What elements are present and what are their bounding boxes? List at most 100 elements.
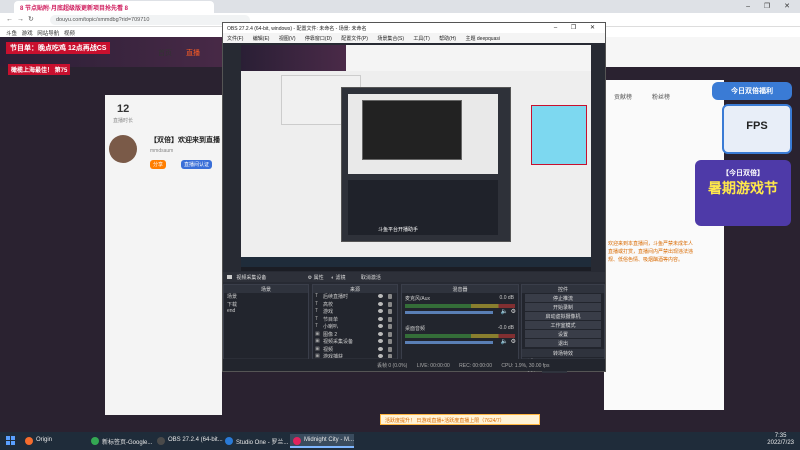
virtual-camera-button[interactable]: 启动虚拟摄像机	[525, 312, 601, 320]
visibility-eye-icon[interactable]	[378, 309, 383, 313]
browser-tab[interactable]: 8 节点贴附·月底超级版更新项目抢先看 8	[14, 1, 214, 13]
lock-icon[interactable]	[388, 324, 392, 329]
taskbar-app-label: Midnight City - M...	[304, 437, 355, 443]
window-controls[interactable]: ‒ ❐ ✕	[746, 2, 796, 10]
source-item[interactable]: ▣ 视频	[313, 346, 397, 354]
settings-button[interactable]: 设置	[525, 330, 601, 338]
visibility-eye-icon[interactable]	[378, 324, 383, 328]
verify-badge[interactable]: 直播间认证	[181, 160, 213, 169]
lock-icon[interactable]	[388, 294, 392, 299]
avatar[interactable]	[109, 135, 137, 163]
source-item[interactable]: T 小喇叭	[313, 323, 397, 331]
audio-mixer-dock: 混音器 麦克风/Aux 0.0 dB 🔈 ⚙ 桌面音频 -0.0 dB 🔈 ⚙	[401, 284, 519, 369]
nav-home[interactable]: 首页	[158, 48, 172, 58]
taskbar-clock[interactable]: 7:35 2022/7/23	[767, 433, 794, 447]
room-title: 【双倍】欢迎来到直播	[150, 137, 220, 144]
url-field[interactable]: douyu.com/topic/xmmdbg?rid=709710	[50, 15, 250, 25]
scene-item[interactable]: end	[224, 308, 308, 316]
exit-button[interactable]: 退出	[525, 339, 601, 347]
visibility-eye-icon[interactable]	[378, 301, 383, 306]
room-notice: 欢迎来到本直播间，斗鱼严禁未成年人直播或打赏，直播间内严禁出现违法违规、低俗色情…	[608, 241, 694, 263]
image-source-icon: ▣	[315, 330, 320, 337]
volume-slider[interactable]	[405, 311, 493, 314]
windows-taskbar: Origin 新标签页-Google... OBS 27.2.4 (64-bit..…	[0, 432, 800, 450]
source-item-label: 后续直播时	[323, 294, 349, 300]
scenes-dock-title: 场景	[224, 285, 308, 293]
lock-icon[interactable]	[388, 301, 392, 307]
obs-title: OBS 27.2.4 (64-bit, windows) - 配置文件: 未命名…	[227, 26, 367, 32]
stop-streaming-button[interactable]: 停止推流	[525, 294, 601, 302]
status-cpu: CPU: 1.9%, 30.00 fps	[501, 363, 550, 369]
scene-item[interactable]: 场景	[224, 293, 308, 301]
visibility-eye-icon[interactable]	[378, 331, 383, 336]
host-name[interactable]: mmdsaum	[150, 148, 173, 154]
visibility-eye-icon[interactable]	[378, 294, 383, 298]
obs-preview[interactable]: 斗鱼平台开播助手	[241, 45, 591, 271]
source-item-label: 高校	[323, 301, 334, 308]
lock-icon[interactable]	[388, 316, 392, 322]
lock-icon[interactable]	[388, 346, 392, 352]
scene-item[interactable]: 下载	[224, 301, 308, 309]
taskbar-app[interactable]: 新标签页-Google...	[88, 434, 152, 448]
source-item[interactable]: T 后续直播时	[313, 293, 397, 301]
menu-docks[interactable]: 停靠窗口(D)	[305, 36, 332, 42]
text-source-icon: T	[315, 323, 319, 329]
visibility-eye-icon[interactable]	[378, 346, 383, 351]
preview-canvas: 斗鱼平台开播助手	[241, 45, 591, 267]
lock-icon[interactable]	[388, 339, 392, 344]
source-item[interactable]: T 节目单	[313, 316, 397, 324]
image-source-icon: ▣	[315, 338, 320, 344]
nav-live[interactable]: 直播	[186, 48, 200, 58]
filters-button[interactable]: 滤镜	[336, 275, 346, 281]
ad-double-welfare[interactable]: 今日双倍福利	[712, 82, 792, 100]
tab-fans[interactable]: 粉丝榜	[652, 92, 670, 101]
image-source-icon: ▣	[315, 345, 320, 352]
taskbar-app[interactable]: OBS 27.2.4 (64-bit...	[154, 434, 223, 448]
taskbar-app[interactable]: Midnight City - M...	[290, 434, 354, 448]
source-item[interactable]: ▣ 图像 2	[313, 331, 397, 339]
menu-view[interactable]: 视图(V)	[279, 36, 296, 42]
menu-file[interactable]: 文件(F)	[227, 36, 243, 42]
text-source-icon: T	[315, 308, 319, 314]
taskbar-app[interactable]: Studio One - 罗兰...	[222, 434, 288, 448]
controls-dock: 控件 停止推流 开始录制 启动虚拟摄像机 工作室模式 设置 退出 转场特效 淡化…	[521, 284, 605, 373]
deactivate-button[interactable]: 取消激活	[361, 275, 381, 281]
speaker-icon[interactable]: 🔈	[501, 308, 508, 315]
source-item-label: 图像 2	[323, 331, 338, 338]
visibility-eye-icon[interactable]	[378, 316, 383, 321]
source-item[interactable]: ▣ 视频采集设备	[313, 338, 397, 346]
studio-mode-button[interactable]: 工作室模式	[525, 321, 601, 329]
gear-icon[interactable]: ⚙	[511, 338, 516, 345]
windows-start-icon[interactable]	[6, 436, 15, 445]
lock-icon[interactable]	[388, 309, 392, 314]
menu-edit[interactable]: 编辑(E)	[253, 36, 270, 42]
obs-window-controls[interactable]: ‒ ❐ ✕	[554, 24, 601, 31]
follow-button[interactable]: 分享	[150, 160, 167, 169]
menu-profile[interactable]: 配置文件(P)	[341, 36, 368, 42]
preview-nested-docks	[348, 180, 498, 235]
menu-help[interactable]: 帮助(H)	[439, 36, 456, 42]
start-recording-button[interactable]: 开始录制	[525, 303, 601, 311]
properties-button[interactable]: 属性	[314, 275, 324, 281]
volume-slider[interactable]	[405, 341, 493, 344]
right-side-panel: 贡献榜 粉丝榜 欢迎来到本直播间，斗鱼严禁未成年人直播或打赏，直播间内严禁出现违…	[604, 80, 724, 410]
taskbar-app[interactable]: Origin	[22, 434, 84, 448]
visibility-eye-icon[interactable]	[378, 339, 383, 343]
gear-icon[interactable]: ⚙	[511, 308, 516, 315]
ad-summer-game[interactable]: 【今日双倍】 暑期游戏节	[695, 160, 791, 226]
source-item[interactable]: T 游戏	[313, 308, 397, 316]
text-source-icon: T	[315, 315, 319, 322]
ad-fps-card[interactable]: FPS	[722, 104, 792, 154]
speaker-icon[interactable]: 🔈	[501, 338, 508, 345]
source-item-label: 小喇叭	[323, 324, 339, 330]
transitions-dock-title: 转场特效	[522, 349, 604, 357]
volume-meter	[405, 334, 515, 338]
lock-icon[interactable]	[388, 331, 392, 337]
tab-contrib[interactable]: 贡献榜	[614, 92, 632, 101]
menu-scene-collection[interactable]: 场景集合(S)	[377, 36, 404, 42]
menu-theme[interactable]: 主题 deepquasi	[466, 36, 500, 42]
mixer-track: 麦克风/Aux 0.0 dB 🔈 ⚙	[402, 293, 518, 319]
menu-tools[interactable]: 工具(T)	[413, 36, 429, 42]
source-item[interactable]: T 高校	[313, 301, 397, 309]
nav-arrows-icon[interactable]: ←→↻	[6, 15, 38, 23]
